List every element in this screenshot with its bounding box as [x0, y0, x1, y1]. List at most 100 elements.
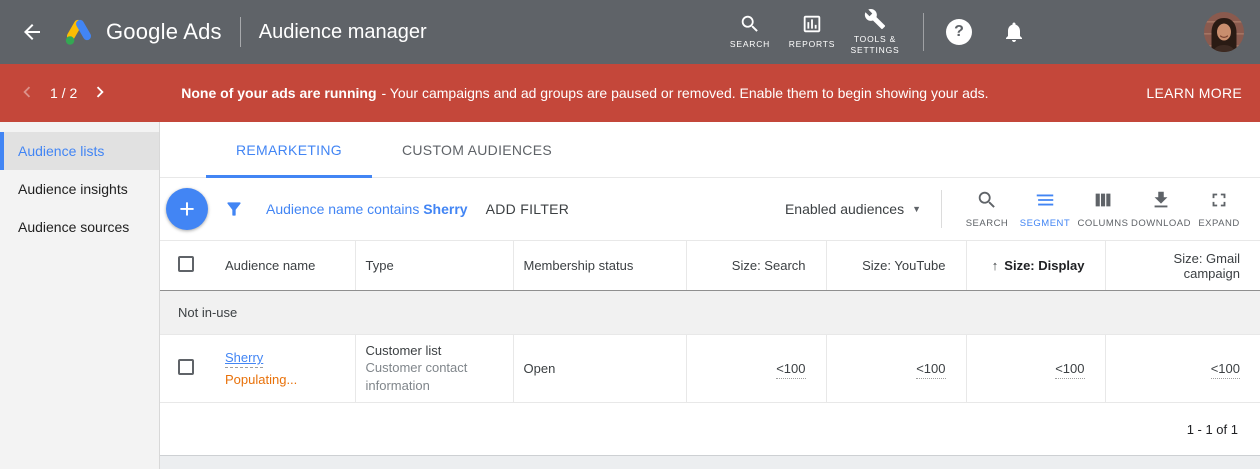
group-header-row: Not in-use: [160, 291, 1260, 335]
populating-status: Populating...: [225, 372, 345, 387]
column-header-audience-name[interactable]: Audience name: [215, 241, 355, 291]
sidebar-item-label: Audience lists: [18, 143, 104, 159]
google-ads-logo-icon: [62, 15, 96, 49]
sidebar-item-label: Audience insights: [18, 181, 128, 197]
wrench-icon: [864, 8, 886, 30]
banner-message-bold: None of your ads are running: [181, 85, 376, 101]
column-header-size-search[interactable]: Size: Search: [686, 241, 826, 291]
segment-icon: [1034, 189, 1056, 214]
tab-remarketing[interactable]: REMARKETING: [206, 122, 372, 178]
sorted-column-label: Size: Display: [1004, 258, 1084, 273]
select-all-checkbox[interactable]: [178, 256, 194, 272]
column-header-size-youtube[interactable]: Size: YouTube: [826, 241, 966, 291]
brand-name: Google Ads: [106, 19, 222, 45]
column-header-size-display[interactable]: ↑ Size: Display: [966, 241, 1105, 291]
filter-condition: Audience name contains: [266, 201, 419, 217]
segment-action-label: SEGMENT: [1020, 218, 1070, 229]
audience-name-cell: Sherry Populating...: [215, 335, 355, 403]
learn-more-link[interactable]: LEARN MORE: [1146, 85, 1242, 101]
size-display-value[interactable]: <100: [1055, 361, 1084, 379]
nav-search-label: SEARCH: [730, 39, 770, 50]
sort-ascending-icon: ↑: [992, 258, 999, 273]
google-ads-app: Google Ads Audience manager SEARCH REPOR…: [0, 0, 1260, 469]
banner-next-button[interactable]: [89, 81, 111, 106]
back-button[interactable]: [14, 14, 50, 50]
help-icon: ?: [946, 19, 972, 45]
column-header-membership-status[interactable]: Membership status: [513, 241, 686, 291]
row-checkbox[interactable]: [178, 359, 194, 375]
add-audience-button[interactable]: +: [166, 188, 208, 230]
view-selector-label: Enabled audiences: [785, 201, 904, 217]
download-icon: [1150, 189, 1172, 214]
size-youtube-cell: <100: [826, 335, 966, 403]
size-display-cell: <100: [966, 335, 1105, 403]
audience-name-link[interactable]: Sherry: [225, 350, 263, 368]
nav-tools-settings-label: TOOLS & SETTINGS: [843, 34, 907, 56]
avatar-photo: [1204, 12, 1244, 52]
sidebar-item-audience-insights[interactable]: Audience insights: [0, 170, 159, 208]
size-gmail-value[interactable]: <100: [1211, 361, 1240, 379]
toolbar-divider: [941, 190, 942, 228]
table-footer: 1 - 1 of 1: [160, 403, 1260, 455]
search-icon: [976, 189, 998, 214]
columns-action-label: COLUMNS: [1077, 218, 1128, 229]
filter-funnel-icon: [224, 199, 244, 219]
size-gmail-cell: <100: [1105, 335, 1260, 403]
content-background: [160, 456, 1260, 469]
membership-status-cell: Open: [513, 335, 686, 403]
reports-icon: [801, 13, 823, 35]
expand-action-label: EXPAND: [1198, 218, 1239, 229]
nav-reports-label: REPORTS: [789, 39, 836, 50]
arrow-back-icon: [20, 20, 44, 44]
page-title: Audience manager: [259, 21, 427, 44]
selected-indicator: [0, 132, 4, 170]
group-label: Not in-use: [160, 291, 1260, 335]
size-search-value[interactable]: <100: [776, 361, 805, 379]
banner-message-rest: - Your campaigns and ad groups are pause…: [382, 85, 989, 101]
expand-icon: [1208, 189, 1230, 214]
expand-button[interactable]: EXPAND: [1190, 189, 1248, 229]
table-header-row: Audience name Type Membership status Siz…: [160, 241, 1260, 291]
chevron-right-icon: [89, 81, 111, 106]
audience-type: Customer list: [366, 343, 503, 358]
chevron-left-icon: [16, 81, 38, 106]
nav-search-button[interactable]: SEARCH: [719, 0, 781, 64]
search-action-label: SEARCH: [966, 218, 1009, 229]
size-search-cell: <100: [686, 335, 826, 403]
banner-pagination: 1 / 2: [50, 85, 77, 101]
account-avatar[interactable]: [1204, 12, 1244, 52]
download-button[interactable]: DOWNLOAD: [1132, 189, 1190, 229]
table-row: Sherry Populating... Customer list Custo…: [160, 335, 1260, 403]
help-button[interactable]: ?: [940, 13, 978, 51]
audiences-card: REMARKETING CUSTOM AUDIENCES + Audience …: [160, 122, 1260, 456]
main-content: REMARKETING CUSTOM AUDIENCES + Audience …: [160, 122, 1260, 469]
banner-message: None of your ads are running - Your campa…: [181, 84, 1130, 102]
column-header-type[interactable]: Type: [355, 241, 513, 291]
nav-reports-button[interactable]: REPORTS: [781, 0, 843, 64]
nav-tools-settings-button[interactable]: TOOLS & SETTINGS: [843, 0, 907, 64]
size-youtube-value[interactable]: <100: [916, 361, 945, 379]
add-filter-button[interactable]: ADD FILTER: [486, 201, 570, 217]
sidebar-item-audience-sources[interactable]: Audience sources: [0, 208, 159, 246]
sidebar-item-audience-lists[interactable]: Audience lists: [0, 132, 159, 170]
columns-icon: [1092, 189, 1114, 214]
columns-button[interactable]: COLUMNS: [1074, 189, 1132, 229]
search-table-button[interactable]: SEARCH: [958, 189, 1016, 229]
sidebar: Audience lists Audience insights Audienc…: [0, 122, 160, 469]
header-nav: SEARCH REPORTS TOOLS & SETTINGS ?: [719, 0, 1032, 64]
segment-button[interactable]: SEGMENT: [1016, 189, 1074, 229]
active-filter-chip[interactable]: Audience name contains Sherry: [266, 201, 468, 217]
tab-bar: REMARKETING CUSTOM AUDIENCES: [160, 122, 1260, 178]
audiences-table: Audience name Type Membership status Siz…: [160, 240, 1260, 403]
audience-view-selector[interactable]: Enabled audiences ▼: [785, 201, 921, 217]
column-header-size-gmail[interactable]: Size: Gmail campaign: [1105, 241, 1260, 291]
type-cell: Customer list Customer contact informati…: [355, 335, 513, 403]
tab-custom-audiences[interactable]: CUSTOM AUDIENCES: [372, 122, 582, 178]
header-nav-divider: [923, 13, 924, 51]
filter-value: Sherry: [423, 201, 467, 217]
banner-prev-button[interactable]: [16, 81, 38, 106]
audience-type-detail: Customer contact information: [366, 359, 503, 394]
notifications-button[interactable]: [996, 14, 1032, 50]
bell-icon: [1002, 20, 1026, 44]
page-body: Audience lists Audience insights Audienc…: [0, 122, 1260, 469]
